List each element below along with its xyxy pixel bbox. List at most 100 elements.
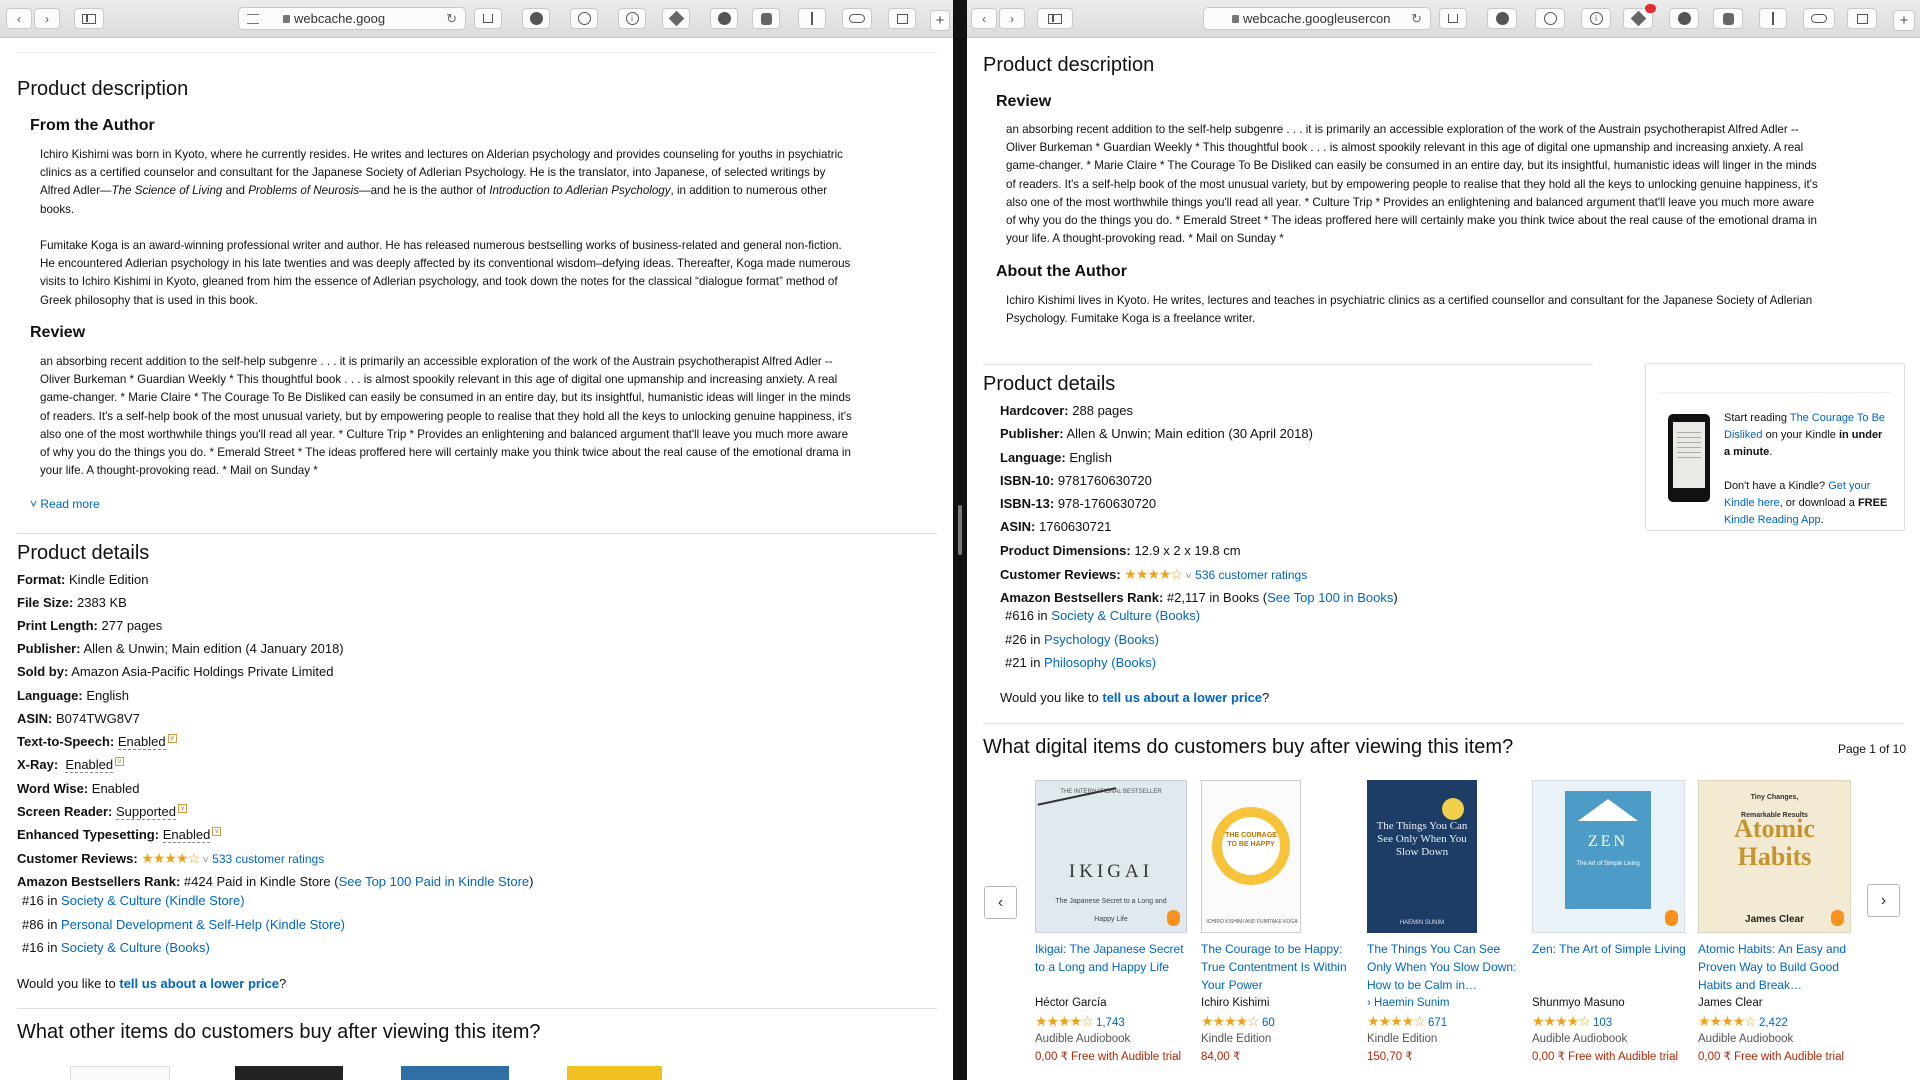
carousel-prev-button[interactable]: ‹ xyxy=(984,886,1017,919)
category-link[interactable]: Personal Development & Self-Help (Kindle… xyxy=(61,917,345,932)
split-view-handle[interactable] xyxy=(958,505,962,555)
top-100-link[interactable]: See Top 100 in Books xyxy=(1267,590,1393,605)
detail-value: 2383 KB xyxy=(76,595,127,610)
category-link[interactable]: Psychology (Books) xyxy=(1044,632,1159,647)
item-title-link[interactable]: Zen: The Art of Simple Living xyxy=(1532,940,1692,958)
carousel-next-button[interactable]: › xyxy=(1867,884,1900,917)
book-cover-image[interactable]: The Things You Can See Only When You Slo… xyxy=(1367,780,1477,933)
cover-subtitle: The Japanese Secret to a Long and Happy … xyxy=(1055,898,1167,923)
book-cover-thumbnail[interactable] xyxy=(567,1066,662,1080)
item-rating: ★★★★☆ 2,422 xyxy=(1698,1012,1858,1032)
extension-evernote-button[interactable] xyxy=(1713,8,1743,29)
ratings-link[interactable]: 533 customer ratings xyxy=(212,852,324,866)
extension-text-button[interactable] xyxy=(798,8,826,29)
rating-count-link[interactable]: 1,743 xyxy=(1096,1017,1125,1029)
new-tab-button[interactable]: + xyxy=(1893,10,1915,31)
text-line: He encountered Adlerian psychology in hi… xyxy=(40,257,851,271)
reload-icon[interactable]: ↻ xyxy=(1411,11,1422,27)
extension-cloud-button[interactable] xyxy=(1803,8,1835,29)
extension-cloud-button[interactable] xyxy=(842,8,872,29)
star-rating-icon[interactable]: ★★★★☆ xyxy=(1532,1013,1591,1029)
detail-label: Print Length: xyxy=(17,618,98,633)
back-button[interactable]: ‹ xyxy=(971,8,997,29)
star-rating-icon[interactable]: ★★★★☆ xyxy=(1367,1013,1426,1029)
chevron-down-icon[interactable]: ˅ xyxy=(203,855,209,866)
detail-sold-by: Sold by: Amazon Asia-Pacific Holdings Pr… xyxy=(17,664,333,679)
tabs-overview-button[interactable] xyxy=(1847,8,1877,29)
extension-grammarly-button[interactable] xyxy=(710,8,738,29)
left-toolbar: ‹ › webcache.goog ↻ i + xyxy=(0,0,953,38)
reload-icon[interactable]: ↻ xyxy=(446,11,457,27)
info-popover-icon[interactable]: v xyxy=(115,757,125,766)
info-popover-icon[interactable]: v xyxy=(212,827,222,836)
extension-info-button[interactable]: i xyxy=(618,8,646,29)
extension-grammarly-button[interactable] xyxy=(1669,8,1699,29)
detail-value: English xyxy=(86,688,129,703)
new-tab-button[interactable]: + xyxy=(930,10,950,31)
category-link[interactable]: Society & Culture (Kindle Store) xyxy=(61,893,245,908)
extension-evernote-button[interactable] xyxy=(752,8,780,29)
item-title-link[interactable]: Atomic Habits: An Easy and Proven Way to… xyxy=(1698,940,1858,994)
address-bar[interactable]: webcache.googleusercon ↻ xyxy=(1203,7,1431,30)
share-button[interactable] xyxy=(474,8,502,29)
item-title-link[interactable]: Ikigai: The Japanese Secret to a Long an… xyxy=(1035,940,1195,976)
item-title-link[interactable]: The Things You Can See Only When You Slo… xyxy=(1367,940,1527,994)
item-title-link[interactable]: The Courage to be Happy: True Contentmen… xyxy=(1201,940,1361,994)
kindle-app-link[interactable]: Kindle Reading App xyxy=(1724,514,1821,526)
detail-value: Enabled xyxy=(117,734,166,750)
back-button[interactable]: ‹ xyxy=(6,8,32,29)
rating-count-link[interactable]: 103 xyxy=(1593,1017,1612,1029)
extension-info-button[interactable]: i xyxy=(1581,8,1611,29)
book-cover-thumbnail[interactable] xyxy=(401,1066,509,1080)
star-rating-icon[interactable]: ★★★★☆ xyxy=(1201,1013,1260,1029)
address-bar[interactable]: webcache.goog ↻ xyxy=(238,7,466,30)
rating-count-link[interactable]: 60 xyxy=(1262,1017,1275,1029)
penguin-logo xyxy=(1831,910,1844,926)
penguin-logo xyxy=(1167,910,1180,926)
star-rating-icon[interactable]: ★★★★☆ xyxy=(141,850,200,866)
info-popover-icon[interactable]: v xyxy=(167,734,177,743)
tabs-overview-button[interactable] xyxy=(888,8,916,29)
book-cover-image[interactable]: THE COURAGE TO BE HAPPY ICHIRO KISHIMI A… xyxy=(1201,780,1301,933)
extension-1password-button[interactable] xyxy=(1535,8,1565,29)
item-author-link[interactable]: › Haemin Sunim xyxy=(1367,994,1527,1012)
rating-count-link[interactable]: 2,422 xyxy=(1759,1017,1788,1029)
extension-1password-button[interactable] xyxy=(570,8,598,29)
book-cover-image[interactable]: ZEN The Art of Simple Living xyxy=(1532,780,1685,933)
extension-text-button[interactable] xyxy=(1759,8,1787,29)
chevron-down-icon[interactable]: ˅ xyxy=(1186,571,1192,582)
book-cover-image[interactable]: THE INTERNATIONAL BESTSELLER IKIGAI The … xyxy=(1035,780,1187,933)
star-rating-icon[interactable]: ★★★★☆ xyxy=(1035,1013,1094,1029)
sidebar-button[interactable] xyxy=(74,8,104,29)
text-line: Greek philosophy that is used in this bo… xyxy=(40,293,258,307)
read-more-link[interactable]: ˅ Read more xyxy=(30,497,100,511)
box-icon xyxy=(1630,10,1646,27)
book-cover-thumbnail[interactable] xyxy=(235,1066,343,1080)
category-link[interactable]: Philosophy (Books) xyxy=(1044,655,1156,670)
book-cover-image[interactable]: Tiny Changes, Remarkable Results Atomic H… xyxy=(1698,780,1851,933)
lower-price-prompt: Would you like to tell us about a lower … xyxy=(1000,690,1269,705)
top-100-link[interactable]: See Top 100 Paid in Kindle Store xyxy=(339,874,530,889)
info-popover-icon[interactable]: v xyxy=(178,804,188,813)
rating-count-link[interactable]: 671 xyxy=(1428,1017,1447,1029)
sidebar-button[interactable] xyxy=(1037,8,1073,29)
ratings-link[interactable]: 536 customer ratings xyxy=(1195,568,1307,582)
star-rating-icon[interactable]: ★★★★☆ xyxy=(1698,1013,1757,1029)
chevron-down-icon: ˅ xyxy=(30,497,38,511)
category-link[interactable]: Society & Culture (Books) xyxy=(1051,608,1200,623)
forward-button[interactable]: › xyxy=(999,8,1025,29)
author-bio-paragraph-1: Ichiro Kishimi was born in Kyoto, where … xyxy=(40,146,920,219)
star-rating-icon[interactable]: ★★★★☆ xyxy=(1124,566,1183,582)
extension-box-button[interactable] xyxy=(662,8,690,29)
divider xyxy=(1658,392,1892,393)
carousel-page-indicator: Page 1 of 10 xyxy=(1837,742,1906,756)
text-line: Oliver Burkeman * Guardian Weekly * This… xyxy=(40,373,838,387)
lower-price-link[interactable]: tell us about a lower price xyxy=(1102,690,1262,705)
extension-download-button[interactable] xyxy=(522,8,550,29)
extension-download-button[interactable] xyxy=(1487,8,1517,29)
lower-price-link[interactable]: tell us about a lower price xyxy=(119,976,279,991)
book-cover-thumbnail[interactable] xyxy=(70,1066,170,1080)
forward-button[interactable]: › xyxy=(34,8,60,29)
category-link[interactable]: Society & Culture (Books) xyxy=(61,940,210,955)
share-button[interactable] xyxy=(1439,8,1467,29)
